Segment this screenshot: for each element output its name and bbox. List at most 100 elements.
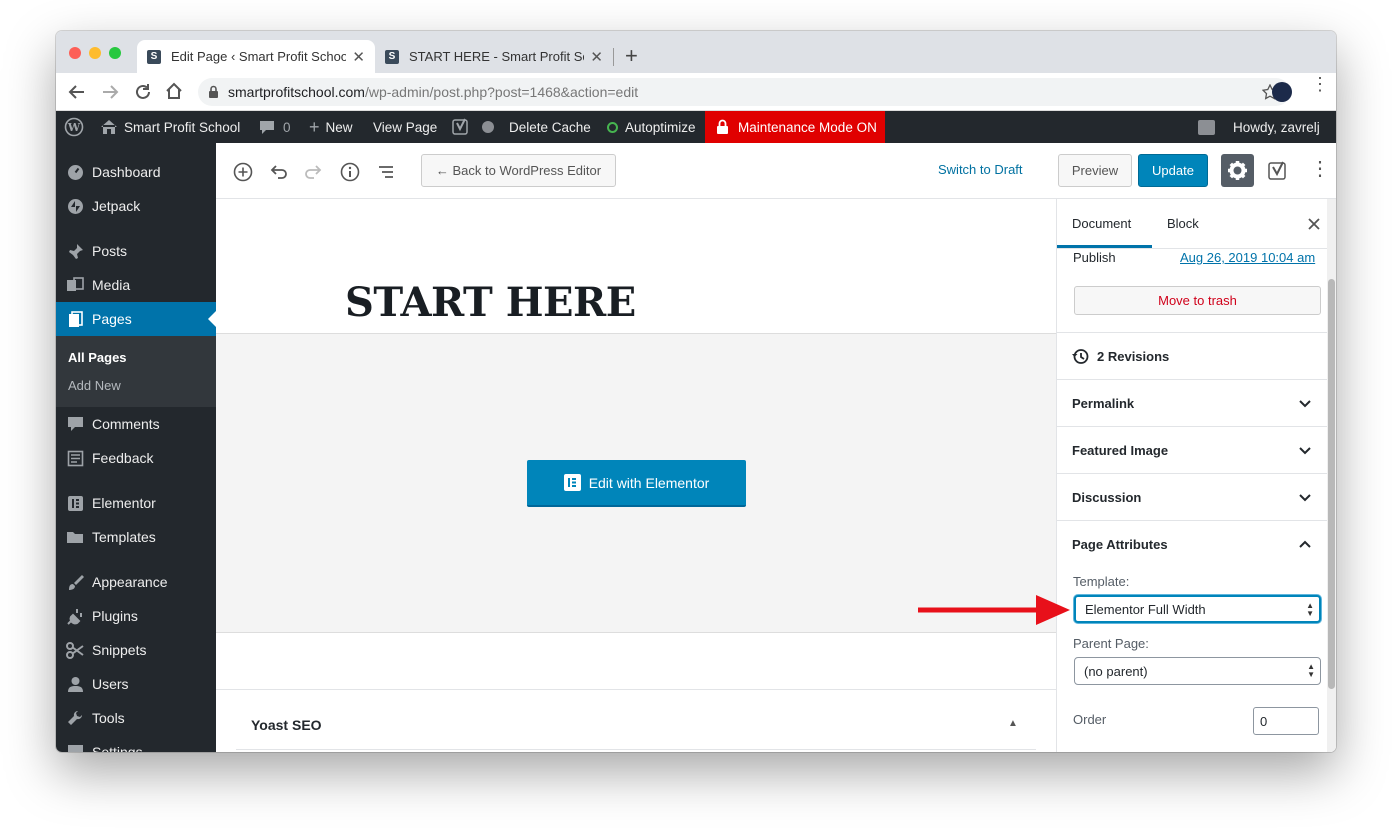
- update-button[interactable]: Update: [1138, 154, 1208, 187]
- adminbar-view-page[interactable]: View Page: [373, 111, 437, 143]
- yoast-seo-icon[interactable]: [1267, 160, 1289, 182]
- permalink-section[interactable]: Permalink: [1057, 379, 1327, 426]
- comment-icon: [66, 415, 84, 433]
- browser-tab-start-here[interactable]: S START HERE - Smart Profit School ✕: [375, 40, 613, 73]
- notification-icon[interactable]: [1198, 111, 1215, 143]
- sidebar-item-appearance[interactable]: Appearance: [56, 565, 216, 599]
- parent-page-select[interactable]: (no parent) ▲ ▼: [1074, 657, 1321, 685]
- elementor-placeholder-area: Edit with Elementor: [216, 333, 1056, 633]
- adminbar-site[interactable]: Smart Profit School: [100, 111, 240, 143]
- adminbar-new[interactable]: + New: [309, 111, 353, 143]
- switch-to-draft-button[interactable]: Switch to Draft: [938, 162, 1023, 177]
- yoast-divider: [236, 749, 1036, 750]
- add-block-icon[interactable]: [232, 161, 254, 183]
- lock-icon: [717, 119, 728, 134]
- collapse-arrow-icon[interactable]: ▲: [1008, 718, 1018, 729]
- comment-icon: [260, 120, 274, 134]
- new-tab-button[interactable]: +: [625, 43, 638, 69]
- adminbar-maintenance-mode[interactable]: Maintenance Mode ON: [705, 111, 885, 143]
- plus-icon: +: [309, 116, 320, 137]
- sidebar-item-elementor[interactable]: Elementor: [56, 486, 216, 520]
- revisions-section[interactable]: 2 Revisions: [1057, 332, 1327, 379]
- sidebar-item-tools[interactable]: Tools: [56, 701, 216, 735]
- sidebar-item-dashboard[interactable]: Dashboard: [56, 155, 216, 189]
- template-select[interactable]: Elementor Full Width ▲ ▼: [1074, 595, 1321, 623]
- current-indicator: [208, 311, 216, 327]
- settings-gear-button[interactable]: [1221, 154, 1254, 187]
- home-icon[interactable]: [165, 82, 183, 100]
- chevron-down-icon: [1299, 447, 1311, 455]
- page-title[interactable]: START HERE: [345, 279, 636, 326]
- submenu-all-pages[interactable]: All Pages: [68, 350, 127, 365]
- close-tab-icon[interactable]: ✕: [590, 48, 603, 66]
- sidebar-item-templates[interactable]: Templates: [56, 520, 216, 554]
- url-host: smartprofitschool.com: [228, 84, 365, 100]
- discussion-label: Discussion: [1072, 489, 1142, 505]
- settings-icon: [66, 743, 84, 752]
- featured-image-label: Featured Image: [1072, 442, 1169, 458]
- adminbar-comments[interactable]: 0: [259, 111, 291, 143]
- yoast-seo-title[interactable]: Yoast SEO: [251, 717, 322, 733]
- close-icon[interactable]: [1308, 218, 1320, 230]
- chevron-up-icon: [1299, 540, 1311, 548]
- adminbar-autoptimize[interactable]: Autoptimize: [607, 111, 696, 143]
- zoom-window-button[interactable]: [109, 47, 121, 59]
- wordpress-logo-icon[interactable]: W: [64, 111, 84, 143]
- pin-icon: [66, 242, 84, 260]
- edit-with-elementor-button[interactable]: Edit with Elementor: [527, 460, 746, 507]
- sidebar-item-pages[interactable]: Pages: [56, 302, 216, 336]
- preview-button[interactable]: Preview: [1058, 154, 1132, 187]
- sidebar-item-users[interactable]: Users: [56, 667, 216, 701]
- discussion-section[interactable]: Discussion: [1057, 473, 1327, 520]
- close-window-button[interactable]: [69, 47, 81, 59]
- lock-icon: [209, 85, 218, 98]
- jetpack-icon: [66, 197, 84, 215]
- close-tab-icon[interactable]: ✕: [352, 48, 365, 66]
- forward-arrow-icon[interactable]: [101, 83, 119, 101]
- tab-block[interactable]: Block: [1167, 216, 1199, 231]
- url-path: /wp-admin/post.php?post=1468&action=edit: [364, 84, 639, 100]
- browser-menu-icon[interactable]: ⋮: [1311, 75, 1329, 93]
- undo-icon[interactable]: [267, 161, 289, 183]
- profile-avatar[interactable]: [1272, 82, 1292, 102]
- info-icon[interactable]: [339, 161, 361, 183]
- order-input[interactable]: 0: [1253, 707, 1319, 735]
- panel-scrollbar-thumb[interactable]: [1328, 279, 1335, 689]
- sidebar-item-plugins[interactable]: Plugins: [56, 599, 216, 633]
- sidebar-item-jetpack[interactable]: Jetpack: [56, 189, 216, 223]
- featured-image-section[interactable]: Featured Image: [1057, 426, 1327, 473]
- editor-header-toolbar: ← Back to WordPress Editor Switch to Dra…: [216, 143, 1336, 199]
- sidebar-item-settings[interactable]: Settings: [56, 735, 216, 752]
- adminbar-delete-cache[interactable]: Delete Cache: [509, 111, 591, 143]
- submenu-add-new[interactable]: Add New: [68, 378, 121, 393]
- browser-tab-edit-page[interactable]: S Edit Page ‹ Smart Profit School ✕: [137, 40, 375, 73]
- minimize-window-button[interactable]: [89, 47, 101, 59]
- parent-page-value: (no parent): [1084, 663, 1148, 679]
- back-arrow-icon[interactable]: [68, 83, 86, 101]
- move-to-trash-button[interactable]: Move to trash: [1074, 286, 1321, 315]
- plug-icon: [66, 607, 84, 625]
- yoast-icon[interactable]: [452, 111, 470, 143]
- publish-date-link[interactable]: Aug 26, 2019 10:04 am: [1180, 250, 1315, 265]
- back-to-wordpress-editor-button[interactable]: ← Back to WordPress Editor: [421, 154, 616, 187]
- select-arrows-icon: ▲ ▼: [1307, 662, 1315, 679]
- maintenance-label: Maintenance Mode ON: [738, 119, 877, 135]
- wp-admin-sidebar: Dashboard Jetpack Posts Media Pages All …: [56, 143, 216, 752]
- sidebar-item-comments[interactable]: Comments: [56, 407, 216, 441]
- sidebar-item-feedback[interactable]: Feedback: [56, 441, 216, 475]
- sidebar-item-media[interactable]: Media: [56, 268, 216, 302]
- media-icon: [66, 276, 84, 294]
- more-options-icon[interactable]: ⋮: [1310, 156, 1330, 181]
- reload-icon[interactable]: [134, 83, 152, 101]
- url-bar[interactable]: smartprofitschool.com/wp-admin/post.php?…: [198, 78, 1290, 106]
- page-attributes-section[interactable]: Page Attributes: [1057, 520, 1327, 567]
- tab-document[interactable]: Document: [1072, 216, 1131, 231]
- block-navigation-icon[interactable]: [375, 161, 397, 183]
- editor-canvas: START HERE Edit with Elementor Yoast SEO…: [216, 199, 1057, 752]
- redo-icon[interactable]: [303, 161, 325, 183]
- sidebar-item-posts[interactable]: Posts: [56, 234, 216, 268]
- status-dot-icon: [482, 111, 494, 143]
- adminbar-howdy[interactable]: Howdy, zavrelj: [1233, 111, 1320, 143]
- autoptimize-label: Autoptimize: [625, 119, 696, 135]
- sidebar-item-snippets[interactable]: Snippets: [56, 633, 216, 667]
